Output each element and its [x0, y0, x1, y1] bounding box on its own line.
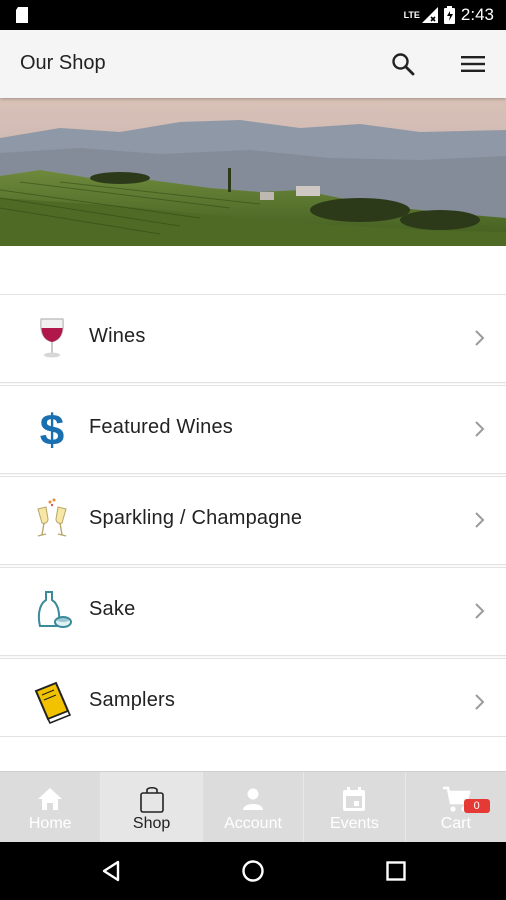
person-icon — [243, 788, 264, 810]
category-label: Featured Wines — [89, 416, 233, 438]
page-title: Our Shop — [20, 52, 106, 74]
hero-banner-image — [0, 98, 506, 246]
chevron-right-icon — [475, 330, 485, 346]
tab-home[interactable]: Home — [0, 772, 102, 843]
sd-card-icon — [16, 7, 28, 23]
tab-events[interactable]: Events — [304, 772, 406, 843]
category-label: Sake — [89, 598, 136, 620]
tab-label: Events — [329, 815, 379, 832]
status-bar: LTE 2:43 — [0, 0, 506, 30]
search-icon[interactable] — [389, 50, 417, 78]
champagne-icon — [37, 498, 67, 537]
home-icon — [38, 788, 63, 810]
category-list: Wines $ Featured Wines Sparkling / Champ… — [0, 294, 506, 749]
tab-label: Account — [224, 815, 282, 832]
dollar-icon: $ — [40, 406, 64, 452]
network-type: LTE — [403, 10, 420, 20]
book-icon — [34, 681, 72, 725]
category-label: Sparkling / Champagne — [89, 507, 303, 529]
category-row-samplers[interactable]: Samplers — [0, 658, 506, 747]
bottom-navigation: Home Shop Account Events 0 Cart — [0, 771, 506, 843]
tab-label: Cart — [440, 815, 471, 832]
chevron-right-icon — [475, 694, 485, 710]
recents-icon[interactable] — [384, 859, 408, 883]
chevron-right-icon — [475, 512, 485, 528]
chevron-right-icon — [475, 421, 485, 437]
category-row-featured-wines[interactable]: $ Featured Wines — [0, 385, 506, 474]
cart-count-badge: 0 — [463, 799, 490, 813]
signal-icon — [421, 7, 438, 23]
app-bar: Our Shop — [0, 30, 506, 98]
bag-icon — [139, 786, 164, 813]
menu-icon[interactable] — [459, 50, 487, 78]
battery-icon — [443, 6, 455, 24]
tab-account[interactable]: Account — [203, 772, 305, 843]
category-label: Wines — [89, 325, 146, 347]
list-item-partial — [0, 736, 506, 771]
back-icon[interactable] — [99, 859, 123, 883]
category-row-sake[interactable]: Sake — [0, 567, 506, 656]
chevron-right-icon — [475, 603, 485, 619]
category-row-sparkling[interactable]: Sparkling / Champagne — [0, 476, 506, 565]
category-row-wines[interactable]: Wines — [0, 294, 506, 383]
tab-label: Home — [28, 815, 72, 832]
sake-icon — [37, 591, 72, 628]
tab-cart[interactable]: 0 Cart — [406, 772, 506, 843]
system-navigation-bar — [0, 842, 506, 900]
tab-label: Shop — [132, 815, 171, 832]
home-circle-icon[interactable] — [241, 859, 265, 883]
wine-glass-icon — [40, 318, 64, 358]
category-label: Samplers — [89, 689, 176, 711]
calendar-icon — [343, 787, 366, 811]
svg-text:$: $ — [40, 406, 64, 452]
tab-shop[interactable]: Shop — [101, 772, 203, 843]
clock: 2:43 — [460, 5, 494, 24]
